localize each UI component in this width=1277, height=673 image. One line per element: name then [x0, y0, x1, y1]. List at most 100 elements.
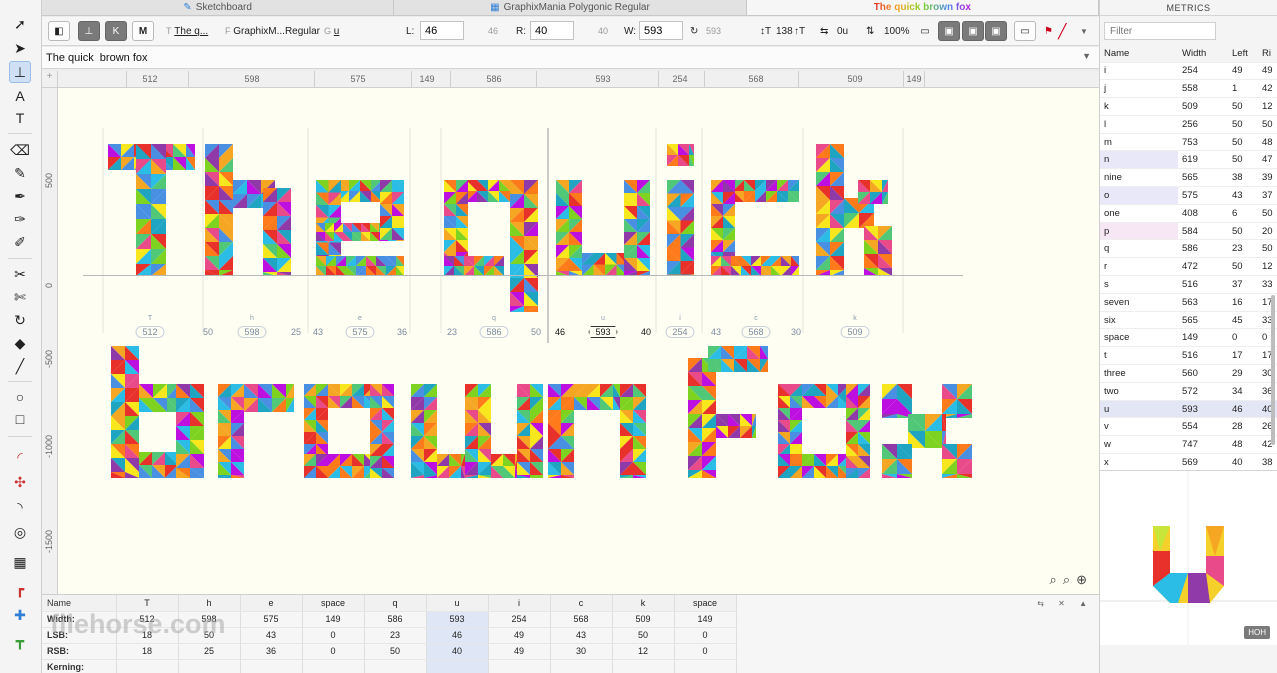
corner-red-icon[interactable]: ┏: [9, 578, 31, 600]
blend-icon[interactable]: ◎: [9, 521, 31, 543]
grid-tool-icon[interactable]: ▦: [9, 551, 31, 573]
view-mode-3-icon[interactable]: ▣: [985, 21, 1007, 41]
kerning-icon[interactable]: ⇆: [820, 21, 828, 41]
brush-icon[interactable]: ✎: [9, 162, 31, 184]
table-cell[interactable]: 25: [178, 643, 241, 660]
rotate-icon[interactable]: ↻: [9, 309, 31, 331]
table-cell[interactable]: space: [302, 595, 365, 612]
table-cell[interactable]: i: [488, 595, 551, 612]
letter-x[interactable]: [882, 384, 972, 478]
column-header[interactable]: Left: [1228, 46, 1258, 63]
pen-plus-icon[interactable]: ✑: [9, 208, 31, 230]
letter-q[interactable]: [444, 180, 538, 312]
glyph-width-badge[interactable]: 512: [135, 326, 165, 338]
zoom-icon[interactable]: ⌕: [1063, 572, 1070, 588]
space-icon[interactable]: ▭: [916, 21, 934, 41]
table-cell[interactable]: [178, 659, 241, 673]
table-cell[interactable]: e: [240, 595, 303, 612]
font-selector[interactable]: GraphixM...Regular: [233, 26, 320, 37]
tab-sketchboard[interactable]: ✎ Sketchboard: [42, 0, 395, 15]
metrics-row[interactable]: w 747 48 42: [1100, 435, 1277, 455]
letter-e[interactable]: [316, 180, 404, 276]
metrics-row[interactable]: space 149 0 0: [1100, 328, 1277, 348]
metrics-tool-icon[interactable]: ⊥: [9, 61, 31, 83]
chevron-down-icon[interactable]: ▼: [1080, 21, 1088, 41]
glyph-canvas[interactable]: T 512 h 598 50 25 e 575 43 36 q 586 23 50 u 593 46 40 i 254…: [58, 88, 1099, 594]
letter-n[interactable]: [548, 384, 646, 478]
anchor-icon[interactable]: ┳: [9, 630, 31, 652]
metrics-mode-icon[interactable]: ⊥: [78, 21, 100, 41]
metrics-row[interactable]: u 593 46 40: [1100, 400, 1277, 419]
table-cell[interactable]: [116, 659, 179, 673]
view-mode-2-icon[interactable]: ▣: [962, 21, 984, 41]
glyph-width-badge[interactable]: 586: [479, 326, 509, 338]
table-cell[interactable]: 575: [240, 611, 303, 628]
color-slash-icon[interactable]: ╱: [1058, 21, 1066, 41]
column-header[interactable]: Ri: [1258, 46, 1277, 63]
table-cell[interactable]: 50: [612, 627, 675, 644]
scissors-icon[interactable]: ✄: [9, 286, 31, 308]
letter-r[interactable]: [218, 384, 294, 478]
table-cell[interactable]: c: [550, 595, 613, 612]
zoom-fit-icon[interactable]: ⊕: [1076, 572, 1087, 588]
table-cell[interactable]: 18: [116, 643, 179, 660]
tab-text[interactable]: The quick brown fox: [746, 0, 1099, 15]
letter-i[interactable]: [667, 144, 694, 276]
metrics-row[interactable]: v 554 28 26: [1100, 417, 1277, 437]
metrics-row[interactable]: six 565 45 33: [1100, 311, 1277, 330]
metrics-row[interactable]: i 254 49 49: [1100, 62, 1277, 81]
glyph-width-badge[interactable]: 598: [237, 326, 267, 338]
metrics-row[interactable]: q 586 23 50: [1100, 239, 1277, 259]
view-mode-4-icon[interactable]: ▭: [1014, 21, 1036, 41]
table-cell[interactable]: [240, 659, 303, 673]
knife-icon[interactable]: ✂: [9, 263, 31, 285]
metrics-row[interactable]: m 753 50 48: [1100, 133, 1277, 152]
table-cell[interactable]: q: [364, 595, 427, 612]
metrics-row[interactable]: two 572 34 36: [1100, 382, 1277, 401]
tab-font[interactable]: ▦ GraphixMania Polygonic Regular: [394, 0, 747, 15]
metrics-row[interactable]: k 509 50 12: [1100, 97, 1277, 116]
width-field[interactable]: [639, 21, 683, 40]
zoom-text-icon[interactable]: ⇅: [866, 21, 874, 41]
metrics-row[interactable]: j 558 1 42: [1100, 79, 1277, 99]
table-cell[interactable]: 593: [426, 611, 489, 628]
pen-minus-icon[interactable]: ✐: [9, 231, 31, 253]
letter-f[interactable]: [688, 346, 768, 478]
metrics-row[interactable]: p 584 50 20: [1100, 222, 1277, 241]
zoom-out-icon[interactable]: ⌕: [1050, 572, 1057, 588]
metrics-row[interactable]: s 516 37 33: [1100, 275, 1277, 294]
table-cell[interactable]: 50: [364, 643, 427, 660]
glyph-width-badge[interactable]: 509: [840, 326, 870, 338]
metrics-row[interactable]: three 560 29 30: [1100, 364, 1277, 383]
letter-o2[interactable]: [778, 384, 870, 478]
metrics-row[interactable]: t 516 17 17: [1100, 346, 1277, 366]
table-cell[interactable]: [488, 659, 551, 673]
table-cell[interactable]: [364, 659, 427, 673]
table-cell[interactable]: 254: [488, 611, 551, 628]
table-cell[interactable]: 43: [240, 627, 303, 644]
text-tool-icon[interactable]: T: [9, 107, 31, 129]
metrics-row[interactable]: one 408 6 50: [1100, 204, 1277, 223]
ellipse-icon[interactable]: ○: [9, 386, 31, 408]
glyph-width-badge[interactable]: 593: [588, 326, 618, 338]
table-cell[interactable]: u: [426, 595, 489, 612]
preview-text-input[interactable]: [46, 49, 1070, 67]
table-cell[interactable]: 23: [364, 627, 427, 644]
metrics-row[interactable]: o 575 43 37: [1100, 186, 1277, 205]
letter-w[interactable]: [411, 384, 543, 478]
glyph-width-badge[interactable]: 568: [741, 326, 771, 338]
table-cell[interactable]: 40: [426, 643, 489, 660]
glyph-selector[interactable]: u: [334, 26, 340, 37]
metrics-row[interactable]: r 472 50 12: [1100, 257, 1277, 277]
table-cell[interactable]: 30: [550, 643, 613, 660]
table-cell[interactable]: k: [612, 595, 675, 612]
table-cell[interactable]: [302, 659, 365, 673]
column-header[interactable]: Width: [1178, 46, 1228, 63]
table-cell[interactable]: space: [674, 595, 737, 612]
letter-T[interactable]: [108, 144, 195, 276]
table-cell[interactable]: [550, 659, 613, 673]
table-cell[interactable]: 586: [364, 611, 427, 628]
panel-toggle-icon[interactable]: ◧: [48, 21, 70, 41]
column-header[interactable]: Name: [1100, 46, 1178, 63]
line-spacing-icon[interactable]: ↕T: [760, 21, 771, 41]
